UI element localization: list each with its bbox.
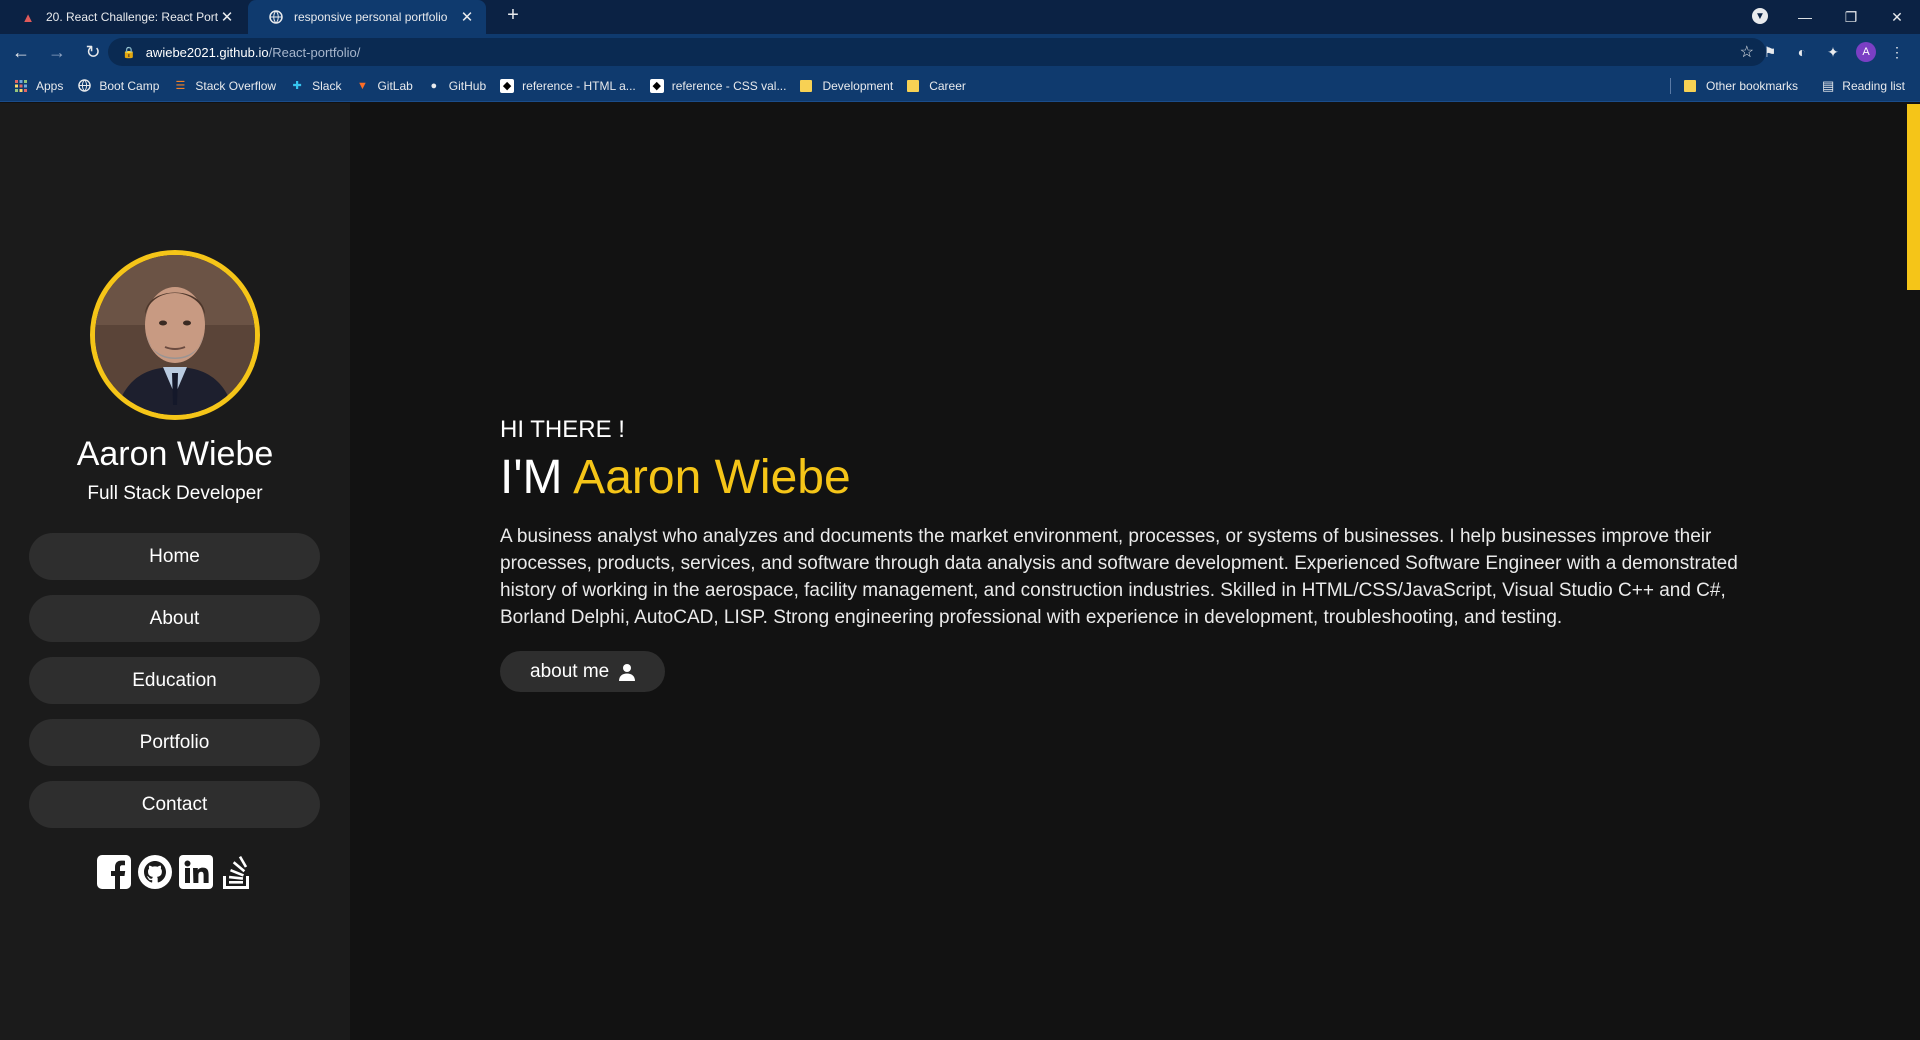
reading-list-label: Reading list [1842,79,1905,93]
restore-button[interactable]: ❐ [1828,0,1874,34]
profile-name: Aaron Wiebe [76,435,274,473]
gitlab-icon: ▼ [356,79,368,92]
nav-contact-button[interactable]: Contact [29,781,320,828]
reference-icon: ◆ [649,78,664,93]
reload-button[interactable]: ↻ [78,37,108,67]
address-bar[interactable]: 🔒 awiebe2021.github.io/React-portfolio/ … [108,38,1766,66]
hero-greeting: HI THERE ! [500,416,625,443]
folder-icon [1684,80,1696,92]
forward-button[interactable]: → [42,37,72,67]
menu-dots-icon[interactable]: ⋮ [1887,42,1907,62]
tab-strip: ▲ 20. React Challenge: React Portfo ✕ re… [0,0,1920,34]
nav-portfolio-button[interactable]: Portfolio [29,719,320,766]
puzzle-icon[interactable]: ✦ [1823,42,1843,62]
bookmark-label: Development [822,78,894,93]
apps-grid-icon [14,79,28,93]
bookmark-folder-career[interactable]: Career [907,79,966,93]
folder-icon [800,79,813,92]
extension-icon[interactable]: ⚑ [1760,42,1780,62]
page: Aaron Wiebe Full Stack Developer Home Ab… [0,103,1920,1040]
hero-prefix: I'M [500,451,563,504]
bookmark-label: reference - CSS val... [671,78,787,93]
tab-portfolio[interactable]: responsive personal portfolio ✕ [248,0,486,34]
hero-name: Aaron Wiebe [573,451,851,504]
github-icon: ● [430,79,438,92]
window-close-button[interactable]: ✕ [1874,0,1920,34]
about-me-label: about me [530,660,610,682]
url-path: /React-portfolio/ [268,44,361,60]
close-icon[interactable]: ✕ [458,8,476,26]
other-bookmarks[interactable]: Other bookmarks [1684,70,1798,102]
hero-bio: A business analyst who analyzes and docu… [500,526,1738,628]
bookmark-label: Apps [36,78,64,93]
globe-icon [268,9,284,25]
new-tab-button[interactable]: + [500,4,526,27]
stackoverflow-icon[interactable] [218,853,256,891]
theme-extension-icon[interactable]: ◐ [1792,42,1812,62]
tab-search-icon[interactable]: ▼ [1752,8,1768,24]
tab-title: responsive personal portfolio [294,10,448,24]
stackoverflow-icon: ☰ [175,80,186,92]
bookmark-stack-overflow[interactable]: ☰ Stack Overflow [173,79,276,93]
url-host: awiebe2021.github.io [145,44,269,60]
tab-title: 20. React Challenge: React Portfo [46,10,218,24]
globe-icon [77,79,91,93]
bookmark-reference-css[interactable]: ◆ reference - CSS val... [649,78,787,93]
hero-section: HI THERE ! I'M Aaron Wiebe A business an… [500,416,1760,692]
folder-icon [907,79,920,92]
bookmark-label: Slack [312,78,342,93]
bookmark-reference-html[interactable]: ◆ reference - HTML a... [500,78,636,93]
linkedin-icon[interactable] [177,853,215,891]
reading-list[interactable]: ▤ Reading list [1822,70,1905,102]
bookmark-boot-camp[interactable]: Boot Camp [77,79,159,93]
about-me-button[interactable]: about me [500,651,666,692]
bookmark-label: GitLab [377,78,413,93]
slack-icon: ✚ [292,80,302,92]
social-links [95,853,259,891]
reference-icon: ◆ [500,78,515,93]
profile-photo-illustration [95,255,255,415]
profile-photo [90,250,260,420]
bookmark-apps[interactable]: Apps [14,79,63,93]
user-icon [619,663,636,681]
bookmark-folder-development[interactable]: Development [800,79,893,93]
bookmark-label: Stack Overflow [195,78,277,93]
reading-list-icon: ▤ [1822,78,1835,93]
profile-role: Full Stack Developer [87,483,263,504]
bookmarks-divider [1670,78,1671,94]
nav-home-button[interactable]: Home [29,533,320,580]
bookmarks-bar: Apps Boot Camp ☰ Stack Overflow ✚ Slack … [0,70,1920,102]
bookmark-slack[interactable]: ✚ Slack [290,79,341,93]
back-button[interactable]: ← [6,37,36,67]
sidebar: Aaron Wiebe Full Stack Developer Home Ab… [0,103,350,1040]
bookmark-star-icon[interactable]: ☆ [1740,42,1754,62]
nav-about-button[interactable]: About [29,595,320,642]
minimize-button[interactable]: — [1782,0,1828,34]
bookmark-label: GitHub [448,78,487,93]
bookmark-label: Boot Camp [99,78,160,93]
tab-react-challenge[interactable]: ▲ 20. React Challenge: React Portfo ✕ [0,0,246,34]
arizona-logo-icon: ▲ [21,9,35,25]
profile-avatar[interactable]: A [1856,42,1876,62]
bookmark-github[interactable]: ● GitHub [427,79,486,93]
browser-toolbar: ← → ↻ 🔒 awiebe2021.github.io/React-portf… [0,34,1920,70]
github-icon[interactable] [136,853,174,891]
sidebar-nav: Home About Education Portfolio Contact [29,533,320,843]
lock-icon[interactable]: 🔒 [122,46,136,59]
close-icon[interactable]: ✕ [218,8,236,26]
hero-headline: I'M Aaron Wiebe [500,450,1760,505]
scrollbar-thumb[interactable] [1907,104,1920,290]
facebook-icon[interactable] [95,853,133,891]
bookmark-gitlab[interactable]: ▼ GitLab [355,78,413,93]
bookmark-label: Career [929,78,966,93]
bookmark-label: reference - HTML a... [522,78,636,93]
nav-education-button[interactable]: Education [29,657,320,704]
other-bookmarks-label: Other bookmarks [1706,79,1799,93]
